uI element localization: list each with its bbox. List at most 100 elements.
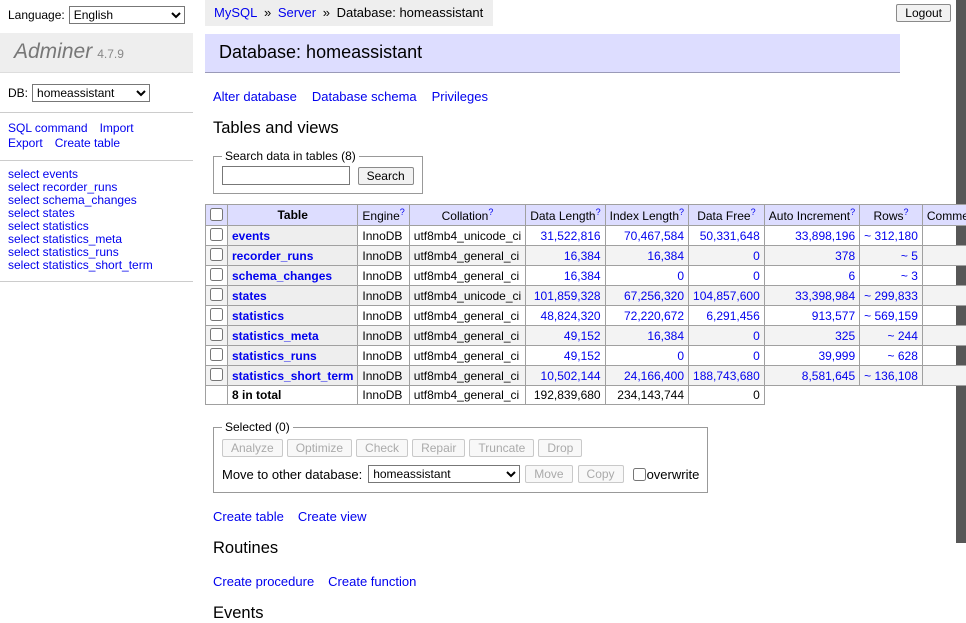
logout-button[interactable]: Logout: [896, 4, 951, 22]
language-select[interactable]: English: [69, 6, 185, 24]
help-icon[interactable]: ?: [904, 207, 909, 217]
table-link-statistics-meta[interactable]: statistics_meta: [232, 329, 319, 343]
help-icon[interactable]: ?: [850, 207, 855, 217]
rows-value[interactable]: ~ 3: [901, 269, 918, 283]
rows-value[interactable]: ~ 299,833: [864, 289, 918, 303]
help-icon[interactable]: ?: [679, 207, 684, 217]
help-icon[interactable]: ?: [488, 207, 493, 217]
row-checkbox-schema-changes[interactable]: [210, 268, 223, 281]
index-length-value[interactable]: 70,467,584: [624, 229, 684, 243]
table-link-states[interactable]: states: [232, 289, 267, 303]
link-database-schema[interactable]: Database schema: [312, 89, 417, 104]
index-length-value[interactable]: 72,220,672: [624, 309, 684, 323]
table-link-recorder-runs[interactable]: recorder_runs: [232, 249, 313, 263]
link-alter-database[interactable]: Alter database: [213, 89, 297, 104]
row-checkbox-statistics[interactable]: [210, 308, 223, 321]
sidebar-link-sql-command[interactable]: SQL command: [8, 121, 88, 135]
row-checkbox-events[interactable]: [210, 228, 223, 241]
data-free-value[interactable]: 0: [753, 329, 760, 343]
move-database-select[interactable]: homeassistant: [368, 465, 520, 483]
engine-cell: InnoDB: [358, 346, 409, 366]
table-link-statistics-runs[interactable]: statistics_runs: [232, 349, 317, 363]
table-row: statistics_runsInnoDButf8mb4_general_ci4…: [206, 346, 966, 366]
index-length-value[interactable]: 67,256,320: [624, 289, 684, 303]
selected-panel: Selected (0) AnalyzeOptimizeCheckRepairT…: [213, 420, 708, 493]
row-checkbox-recorder-runs[interactable]: [210, 248, 223, 261]
table-link-statistics-short-term[interactable]: statistics_short_term: [232, 369, 353, 383]
data-length-value[interactable]: 48,824,320: [541, 309, 601, 323]
data-length-value[interactable]: 49,152: [564, 329, 601, 343]
link-privileges[interactable]: Privileges: [432, 89, 488, 104]
table-link-statistics[interactable]: statistics: [232, 309, 284, 323]
auto-increment-value[interactable]: 6: [848, 269, 855, 283]
breadcrumb-link-server[interactable]: Server: [278, 5, 316, 20]
sidebar-item-select-statistics-short-term[interactable]: select statistics_short_term: [8, 259, 185, 272]
data-free-value[interactable]: 104,857,600: [693, 289, 760, 303]
rows-value[interactable]: ~ 628: [888, 349, 918, 363]
drop-button[interactable]: Drop: [538, 439, 582, 457]
row-checkbox-states[interactable]: [210, 288, 223, 301]
auto-increment-value[interactable]: 8,581,645: [802, 369, 855, 383]
select-all-checkbox[interactable]: [210, 208, 223, 221]
search-button[interactable]: Search: [358, 167, 414, 185]
copy-button[interactable]: Copy: [578, 465, 624, 483]
data-free-value[interactable]: 0: [753, 269, 760, 283]
search-input[interactable]: [222, 166, 350, 185]
auto-increment-value[interactable]: 33,398,984: [795, 289, 855, 303]
index-length-value[interactable]: 0: [677, 269, 684, 283]
help-icon[interactable]: ?: [596, 207, 601, 217]
data-free-value[interactable]: 0: [753, 349, 760, 363]
optimize-button[interactable]: Optimize: [287, 439, 352, 457]
db-links: Alter database Database schema Privileges: [213, 89, 900, 104]
link-create-procedure[interactable]: Create procedure: [213, 574, 314, 589]
check-button[interactable]: Check: [356, 439, 408, 457]
auto-increment-value[interactable]: 39,999: [818, 349, 855, 363]
rows-value[interactable]: ~ 5: [901, 249, 918, 263]
truncate-button[interactable]: Truncate: [469, 439, 534, 457]
data-length-value[interactable]: 10,502,144: [541, 369, 601, 383]
auto-increment-value[interactable]: 378: [835, 249, 855, 263]
data-length-value[interactable]: 31,522,816: [541, 229, 601, 243]
index-length-value[interactable]: 0: [677, 349, 684, 363]
move-button[interactable]: Move: [525, 465, 572, 483]
db-select[interactable]: homeassistant: [32, 84, 150, 102]
analyze-button[interactable]: Analyze: [222, 439, 283, 457]
row-checkbox-statistics-runs[interactable]: [210, 348, 223, 361]
breadcrumb-link-mysql[interactable]: MySQL: [214, 5, 257, 20]
auto-increment-value[interactable]: 33,898,196: [795, 229, 855, 243]
auto-increment-value[interactable]: 325: [835, 329, 855, 343]
rows-value[interactable]: ~ 244: [888, 329, 918, 343]
index-length-value[interactable]: 24,166,400: [624, 369, 684, 383]
repair-button[interactable]: Repair: [412, 439, 465, 457]
table-link-schema-changes[interactable]: schema_changes: [232, 269, 332, 283]
help-icon[interactable]: ?: [751, 207, 756, 217]
data-length-value[interactable]: 16,384: [564, 269, 601, 283]
adminer-logo-link[interactable]: Adminer: [14, 40, 92, 63]
rows-value[interactable]: ~ 569,159: [864, 309, 918, 323]
table-link-events[interactable]: events: [232, 229, 270, 243]
data-length-value[interactable]: 16,384: [564, 249, 601, 263]
data-free-value[interactable]: 0: [753, 249, 760, 263]
link-create-view[interactable]: Create view: [298, 509, 367, 524]
data-free-value[interactable]: 50,331,648: [700, 229, 760, 243]
overwrite-checkbox[interactable]: [633, 468, 646, 481]
help-icon[interactable]: ?: [400, 207, 405, 217]
data-length-value[interactable]: 101,859,328: [534, 289, 601, 303]
index-length-value[interactable]: 16,384: [647, 249, 684, 263]
row-checkbox-statistics-meta[interactable]: [210, 328, 223, 341]
link-create-table[interactable]: Create table: [213, 509, 284, 524]
rows-value[interactable]: ~ 312,180: [864, 229, 918, 243]
sidebar-link-export[interactable]: Export: [8, 136, 43, 150]
sidebar-link-create-table[interactable]: Create table: [55, 136, 120, 150]
data-free-value[interactable]: 188,743,680: [693, 369, 760, 383]
row-checkbox-statistics-short-term[interactable]: [210, 368, 223, 381]
table-total-row: 8 in totalInnoDButf8mb4_general_ci192,83…: [206, 386, 966, 405]
index-length-value[interactable]: 16,384: [647, 329, 684, 343]
auto-increment-value[interactable]: 913,577: [812, 309, 855, 323]
rows-value[interactable]: ~ 136,108: [864, 369, 918, 383]
data-length-value[interactable]: 49,152: [564, 349, 601, 363]
sidebar-link-import[interactable]: Import: [100, 121, 134, 135]
column-header-label: Collation: [442, 209, 489, 223]
link-create-function[interactable]: Create function: [328, 574, 416, 589]
data-free-value[interactable]: 6,291,456: [706, 309, 759, 323]
